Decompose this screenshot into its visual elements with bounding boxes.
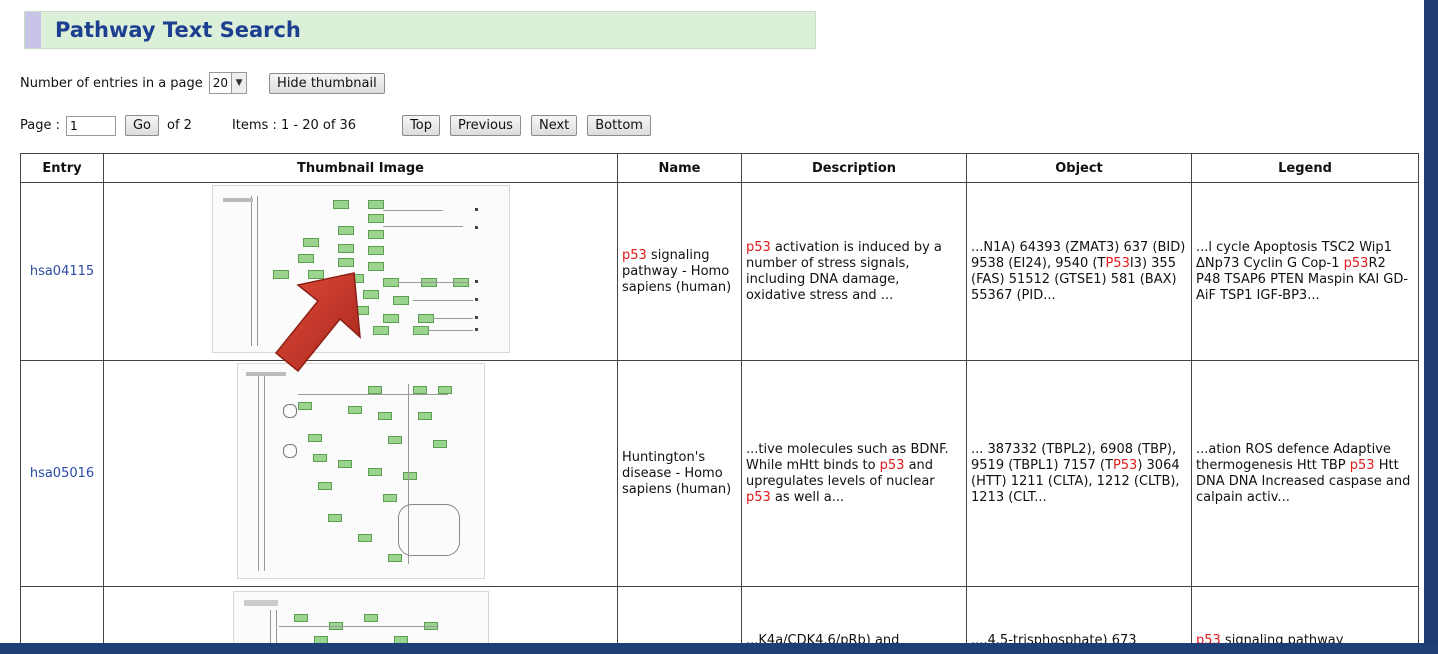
object-cell: ... 387332 (TBPL2), 6908 (TBP), 9519 (TB…	[966, 360, 1192, 587]
object-cell: ...,4,5-trisphosphate) 673	[966, 586, 1192, 643]
legend-text: signaling pathway	[1220, 633, 1344, 643]
name-cell: p53 signaling pathway - Homo sapiens (hu…	[617, 182, 742, 361]
page: Pathway Text Search Number of entries in…	[0, 0, 1424, 643]
entry-link[interactable]: hsa04115	[20, 182, 104, 361]
bottom-button[interactable]: Bottom	[587, 115, 651, 136]
header-legend: Legend	[1191, 153, 1419, 183]
description-text: ...K4a/CDK4,6/pRb) and	[746, 633, 900, 643]
legend-cell: ...l cycle Apoptosis TSC2 Wip1 ΔNp73 Cyc…	[1191, 182, 1419, 361]
object-text: ...,4,5-trisphosphate) 673	[971, 633, 1137, 643]
top-button[interactable]: Top	[402, 115, 441, 136]
name-cell: Huntington's disease - Homo sapiens (hum…	[617, 360, 742, 587]
table-header-row: Entry Thumbnail Image Name Description O…	[20, 153, 1419, 183]
name-text: Huntington's disease - Homo sapiens (hum…	[622, 449, 732, 497]
p53-highlight: p53	[879, 457, 905, 473]
entries-select[interactable]: 20 ▼	[208, 72, 248, 94]
name-cell	[617, 586, 742, 643]
p53-highlight: p53	[1196, 633, 1221, 643]
results-table: Entry Thumbnail Image Name Description O…	[20, 153, 1419, 643]
page-input[interactable]	[65, 115, 116, 136]
table-row: hsa05016 Huntington's disease - Homo sap…	[20, 360, 1419, 587]
p53-highlight: p53	[1349, 457, 1375, 473]
entries-select-value: 20	[212, 76, 229, 90]
p53-highlight: P53	[1105, 255, 1130, 271]
red-arrow-pointer	[274, 272, 361, 373]
thumbnail-image[interactable]	[236, 363, 485, 579]
table-row: ...K4a/CDK4,6/pRb) and ...,4,5-trisphosp…	[20, 586, 1419, 643]
header-name: Name	[617, 153, 742, 183]
thumbnail-cell	[103, 586, 618, 643]
description-cell: p53 activation is induced by a number of…	[741, 182, 967, 361]
header-object: Object	[966, 153, 1192, 183]
p53-highlight: P53	[1112, 457, 1138, 473]
hide-thumbnail-button[interactable]: Hide thumbnail	[269, 72, 385, 94]
window-frame-right	[1424, 0, 1438, 654]
p53-highlight: p53	[622, 247, 647, 263]
title-bar: Pathway Text Search	[24, 11, 816, 49]
thumbnail-image[interactable]	[232, 591, 489, 643]
page-title: Pathway Text Search	[55, 18, 301, 42]
page-label: Page :	[20, 118, 60, 133]
entry-link[interactable]: hsa05016	[20, 360, 104, 587]
entries-label: Number of entries in a page	[20, 75, 203, 91]
p53-highlight: p53	[746, 489, 771, 505]
previous-button[interactable]: Previous	[450, 115, 521, 136]
p53-highlight: p53	[746, 239, 771, 255]
header-entry: Entry	[20, 153, 104, 183]
p53-highlight: p53	[1343, 255, 1369, 271]
description-cell: ...tive molecules such as BDNF. While mH…	[741, 360, 967, 587]
object-cell: ...N1A) 64393 (ZMAT3) 637 (BID) 9538 (EI…	[966, 182, 1192, 361]
items-range: Items : 1 - 20 of 36	[231, 118, 357, 133]
entries-row: Number of entries in a page 20 ▼ Hide th…	[20, 72, 385, 94]
thumbnail-cell	[103, 360, 618, 587]
description-cell: ...K4a/CDK4,6/pRb) and	[741, 586, 967, 643]
pagination-row: Page : Go of 2 Items : 1 - 20 of 36 Top …	[20, 115, 651, 136]
page-count: of 2	[167, 118, 192, 133]
next-button[interactable]: Next	[530, 115, 578, 136]
title-accent	[25, 12, 41, 48]
go-button[interactable]: Go	[124, 115, 160, 136]
header-description: Description	[741, 153, 967, 183]
header-thumbnail: Thumbnail Image	[103, 153, 618, 183]
description-text: as well a...	[770, 489, 845, 505]
chevron-down-icon: ▼	[231, 73, 247, 93]
legend-cell: ...ation ROS defence Adaptive thermogene…	[1191, 360, 1419, 587]
entry-link[interactable]	[20, 586, 104, 643]
window-frame-bottom	[0, 643, 1438, 654]
table-row: hsa04115 p53 signaling pathway - Homo sa…	[20, 182, 1419, 361]
description-text: activation is induced by a number of str…	[746, 239, 942, 303]
legend-cell: p53 signaling pathway	[1191, 586, 1419, 643]
